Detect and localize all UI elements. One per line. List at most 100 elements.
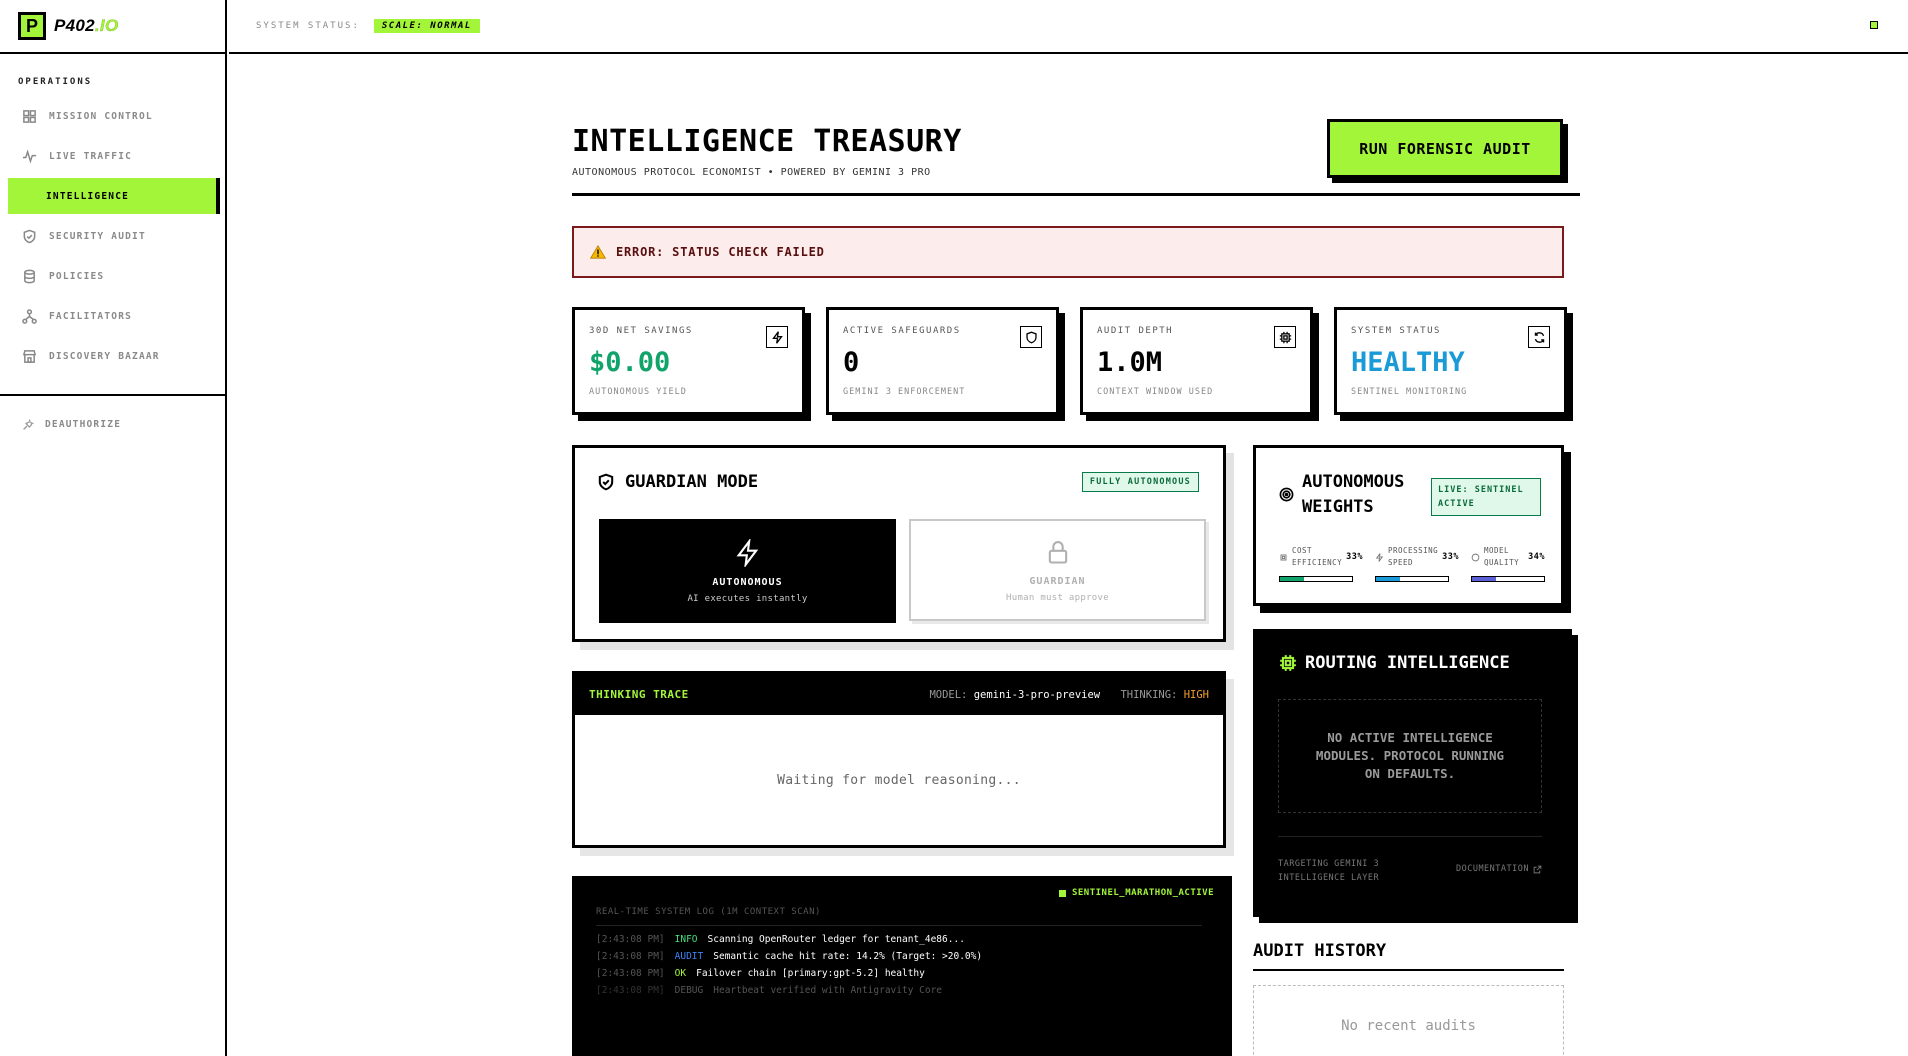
page-subtitle: AUTONOMOUS PROTOCOL ECONOMIST • POWERED … xyxy=(572,167,931,178)
sidebar-item-security-audit[interactable]: SECURITY AUDIT xyxy=(8,218,220,254)
routing-empty-state: NO ACTIVE INTELLIGENCE MODULES. PROTOCOL… xyxy=(1278,699,1542,813)
log-level: INFO xyxy=(674,934,698,945)
routing-intelligence-title: ROUTING INTELLIGENCE xyxy=(1279,653,1510,673)
model-label: MODEL: xyxy=(929,688,968,701)
routing-footnote: TARGETING GEMINI 3 INTELLIGENCE LAYER xyxy=(1278,859,1380,883)
sidebar-item-intelligence[interactable]: INTELLIGENCE xyxy=(8,178,220,214)
system-status-badge: SCALE: NORMAL xyxy=(373,19,480,33)
stat-value: HEALTHY xyxy=(1351,347,1465,378)
shield-check-icon xyxy=(598,473,614,491)
status-square-icon xyxy=(1058,889,1066,897)
thinking-label: THINKING: xyxy=(1120,688,1178,701)
thinking-trace-meta: MODEL: gemini-3-pro-preview THINKING: HI… xyxy=(929,689,1209,701)
guardian-mode-panel: GUARDIAN MODE FULLY AUTONOMOUS AUTONOMOU… xyxy=(572,445,1226,642)
network-icon xyxy=(22,308,37,324)
stat-label: AUDIT DEPTH xyxy=(1097,326,1174,336)
logo-suffix: .IO xyxy=(94,16,119,35)
log-message: Semantic cache hit rate: 14.2% (Target: … xyxy=(713,951,983,962)
weight-metric-row: MODEL QUALITY 34% xyxy=(1471,544,1545,570)
mode-description: Human must approve xyxy=(1006,592,1109,603)
audit-history-empty-text: No recent audits xyxy=(1341,1018,1476,1034)
stat-label: 30D NET SAVINGS xyxy=(589,326,693,336)
weight-metric-speed: PROCESSING SPEED 33% xyxy=(1375,544,1459,582)
weight-bar xyxy=(1471,576,1545,582)
routing-title-text: ROUTING INTELLIGENCE xyxy=(1305,653,1510,673)
stat-card-net-savings: 30D NET SAVINGS $0.00 AUTONOMOUS YIELD xyxy=(572,307,805,415)
stat-footnote: GEMINI 3 ENFORCEMENT xyxy=(843,387,966,397)
sidebar-item-facilitators[interactable]: FACILITATORS xyxy=(8,298,220,334)
routing-divider xyxy=(1278,836,1542,837)
weight-label: MODEL QUALITY xyxy=(1484,546,1520,567)
database-icon xyxy=(24,269,35,283)
page-title: INTELLIGENCE TREASURY xyxy=(572,124,962,159)
guardian-mode-title: GUARDIAN MODE xyxy=(597,472,758,492)
sidebar-section-label: OPERATIONS xyxy=(18,77,93,87)
status-indicator-icon xyxy=(1870,21,1878,29)
deauthorize-label: DEAUTHORIZE xyxy=(45,419,122,430)
documentation-link[interactable]: DOCUMENTATION xyxy=(1456,864,1542,874)
zap-icon xyxy=(766,326,788,348)
sidebar-item-mission-control[interactable]: MISSION CONTROL xyxy=(8,98,220,134)
activity-icon xyxy=(22,148,37,164)
weight-percent: 34% xyxy=(1528,552,1545,562)
deauthorize-button[interactable]: DEAUTHORIZE xyxy=(22,418,121,431)
cpu-icon xyxy=(1280,554,1287,560)
logo-mark: P xyxy=(18,12,46,40)
log-line: [2:43:08 PM] OK Failover chain [primary:… xyxy=(596,968,982,985)
sidebar-item-policies[interactable]: POLICIES xyxy=(8,258,220,294)
header-divider xyxy=(572,193,1580,196)
weights-title-line1: AUTONOMOUS xyxy=(1302,472,1405,492)
sidebar-item-label: POLICIES xyxy=(49,270,105,282)
zap-icon xyxy=(736,538,758,567)
system-log-lines: [2:43:08 PM] INFO Scanning OpenRouter le… xyxy=(596,934,982,1002)
weight-bar xyxy=(1375,576,1449,582)
stat-label: ACTIVE SAFEGUARDS xyxy=(843,326,961,336)
logo-name: P402 xyxy=(54,16,95,35)
error-banner: ERROR: STATUS CHECK FAILED xyxy=(572,226,1564,278)
system-log-title: REAL-TIME SYSTEM LOG (1M CONTEXT SCAN) xyxy=(596,907,1202,926)
sidebar-item-label: LIVE TRAFFIC xyxy=(49,150,133,162)
refresh-icon[interactable] xyxy=(1528,326,1550,348)
mode-name: GUARDIAN xyxy=(1029,575,1086,587)
weight-label: PROCESSING SPEED xyxy=(1388,546,1439,567)
log-level: DEBUG xyxy=(674,985,704,996)
weight-label: COST EFFICIENCY xyxy=(1292,546,1343,567)
mode-option-guardian[interactable]: GUARDIAN Human must approve xyxy=(909,519,1206,621)
stat-value: 1.0M xyxy=(1097,347,1163,378)
mode-option-autonomous[interactable]: AUTONOMOUS AI executes instantly xyxy=(599,519,896,623)
audit-history-title: AUDIT HISTORY xyxy=(1253,941,1564,971)
log-message: Heartbeat verified with Antigravity Core xyxy=(713,985,943,996)
weight-bar-fill xyxy=(1280,577,1304,581)
circle-icon xyxy=(1471,553,1480,561)
log-timestamp: [2:43:08 PM] xyxy=(596,951,665,962)
sidebar-item-live-traffic[interactable]: LIVE TRAFFIC xyxy=(8,138,220,174)
sidebar-item-discovery-bazaar[interactable]: DISCOVERY BAZAAR xyxy=(8,338,220,374)
grid-icon xyxy=(23,109,36,123)
log-line: [2:43:08 PM] INFO Scanning OpenRouter le… xyxy=(596,934,982,951)
stat-footnote: CONTEXT WINDOW USED xyxy=(1097,387,1214,397)
audit-history-empty: No recent audits xyxy=(1253,985,1564,1056)
top-bar: SYSTEM STATUS: SCALE: NORMAL xyxy=(229,0,1908,54)
stat-footnote: SENTINEL MONITORING xyxy=(1351,387,1468,397)
run-forensic-audit-button[interactable]: RUN FORENSIC AUDIT xyxy=(1327,119,1563,178)
weight-percent: 33% xyxy=(1346,552,1364,562)
external-link-icon xyxy=(1533,865,1542,873)
cpu-icon xyxy=(1280,655,1296,671)
log-line: [2:43:08 PM] DEBUG Heartbeat verified wi… xyxy=(596,985,982,1002)
brand-logo[interactable]: P P402.IO xyxy=(0,0,225,54)
system-log-panel: SENTINEL_MARATHON_ACTIVE REAL-TIME SYSTE… xyxy=(572,876,1232,1056)
log-message: Scanning OpenRouter ledger for tenant_4e… xyxy=(707,934,965,945)
zap-icon xyxy=(1375,552,1384,562)
store-icon xyxy=(22,349,37,363)
log-level: AUDIT xyxy=(674,951,704,962)
sidebar-divider xyxy=(0,394,227,396)
shield-icon xyxy=(1020,326,1042,348)
stat-value: 0 xyxy=(843,347,860,378)
weights-title-line2: WEIGHTS xyxy=(1302,497,1374,517)
sidebar-item-label: INTELLIGENCE xyxy=(46,190,130,202)
weight-bar-fill xyxy=(1376,577,1400,581)
documentation-label: DOCUMENTATION xyxy=(1455,864,1529,874)
lock-icon xyxy=(1048,540,1067,564)
log-line: [2:43:08 PM] AUDIT Semantic cache hit ra… xyxy=(596,951,982,968)
thinking-trace-header: THINKING TRACE MODEL: gemini-3-pro-previ… xyxy=(575,674,1223,715)
